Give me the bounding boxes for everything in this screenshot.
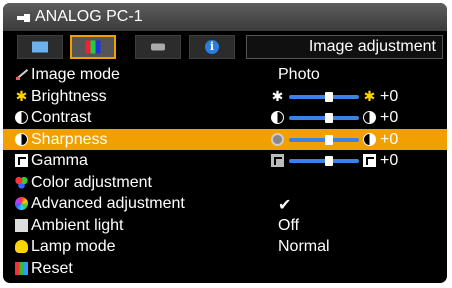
sharpness-high-icon [363, 132, 376, 146]
menu-item-contrast[interactable]: Contrast +0 [3, 107, 447, 129]
check-icon: ✔ [278, 197, 292, 214]
brightness-icon: ✱ [15, 87, 28, 104]
slider-track [289, 137, 359, 142]
gamma-value: +0 [380, 152, 399, 169]
slider-knob[interactable] [325, 156, 333, 166]
slider-track [289, 159, 359, 163]
tab-image-adjustment[interactable] [70, 35, 116, 59]
menu-item-sharpness[interactable]: Sharpness +0 [3, 128, 447, 150]
menu-item-label: Sharpness [31, 130, 108, 148]
slider-knob[interactable] [325, 113, 333, 123]
ambient-light-icon [15, 218, 28, 232]
advanced-adjust-icon [15, 197, 28, 210]
menu-item-label: Brightness [31, 87, 107, 105]
menu-item-label: Ambient light [31, 216, 124, 234]
menu-item-image-mode[interactable]: Image mode Photo [3, 64, 447, 86]
screen-icon [32, 41, 48, 53]
lamp-icon [15, 240, 28, 253]
source-bar: ANALOG PC-1 [3, 3, 447, 31]
contrast-slider[interactable]: +0 [271, 109, 421, 126]
contrast-icon [15, 111, 28, 124]
contrast-low-icon [271, 111, 284, 124]
brightness-high-icon: ✱ [363, 87, 376, 104]
input-source-label: ANALOG PC-1 [35, 8, 143, 25]
contrast-high-icon [363, 111, 376, 124]
projector-icon [151, 43, 165, 51]
color-adjust-icon [15, 175, 28, 189]
slider-track [289, 116, 359, 120]
menu-heading: Image adjustment [246, 35, 443, 59]
menu-item-brightness[interactable]: ✱ Brightness ✱ ✱ +0 [3, 86, 447, 108]
sharpness-low-icon [271, 132, 284, 146]
sharpness-icon [15, 132, 28, 146]
rgb-adjust-icon [85, 40, 101, 54]
menu-item-label: Gamma [31, 152, 88, 169]
menu-tabs: i Image adjustment [3, 33, 447, 62]
brightness-slider[interactable]: ✱ ✱ +0 [271, 87, 421, 105]
brightness-low-icon: ✱ [271, 87, 284, 104]
tab-setup[interactable] [135, 35, 181, 59]
osd-menu-window: ANALOG PC-1 i Image adjustment Image mod… [3, 3, 447, 283]
gamma-high-icon [363, 154, 376, 167]
menu-item-advanced-adjustment[interactable]: Advanced adjustment ✔ [3, 193, 447, 215]
tab-display[interactable] [17, 35, 63, 59]
lamp-mode-value: Normal [278, 238, 330, 255]
input-source: ANALOG PC-1 [17, 8, 143, 26]
image-mode-icon [15, 68, 28, 81]
menu-item-label: Color adjustment [31, 173, 152, 191]
menu-list: Image mode Photo ✱ Brightness ✱ ✱ +0 Con… [3, 64, 447, 279]
gamma-low-icon [271, 154, 284, 167]
menu-item-label: Lamp mode [31, 238, 116, 255]
menu-item-label: Image mode [31, 66, 120, 83]
input-plug-icon [17, 13, 31, 22]
menu-item-color-adjustment[interactable]: Color adjustment [3, 172, 447, 194]
brightness-value: +0 [380, 87, 399, 105]
menu-item-lamp-mode[interactable]: Lamp mode Normal [3, 236, 447, 258]
menu-item-label: Contrast [31, 109, 92, 126]
contrast-value: +0 [380, 109, 399, 126]
menu-item-reset[interactable]: Reset [3, 258, 447, 280]
slider-track [289, 94, 359, 99]
reset-icon [15, 261, 28, 275]
info-icon: i [205, 40, 219, 54]
slider-knob[interactable] [325, 134, 333, 145]
menu-item-label: Reset [31, 259, 73, 277]
menu-item-ambient-light[interactable]: Ambient light Off [3, 215, 447, 237]
sharpness-slider[interactable]: +0 [271, 130, 421, 148]
menu-item-gamma[interactable]: Gamma +0 [3, 150, 447, 172]
gamma-icon [15, 154, 28, 167]
ambient-light-value: Off [278, 216, 300, 234]
sharpness-value: +0 [380, 130, 399, 148]
image-mode-value: Photo [278, 66, 320, 83]
menu-item-label: Advanced adjustment [31, 195, 185, 212]
gamma-slider[interactable]: +0 [271, 152, 421, 169]
slider-knob[interactable] [325, 91, 333, 102]
tab-information[interactable]: i [189, 35, 235, 59]
